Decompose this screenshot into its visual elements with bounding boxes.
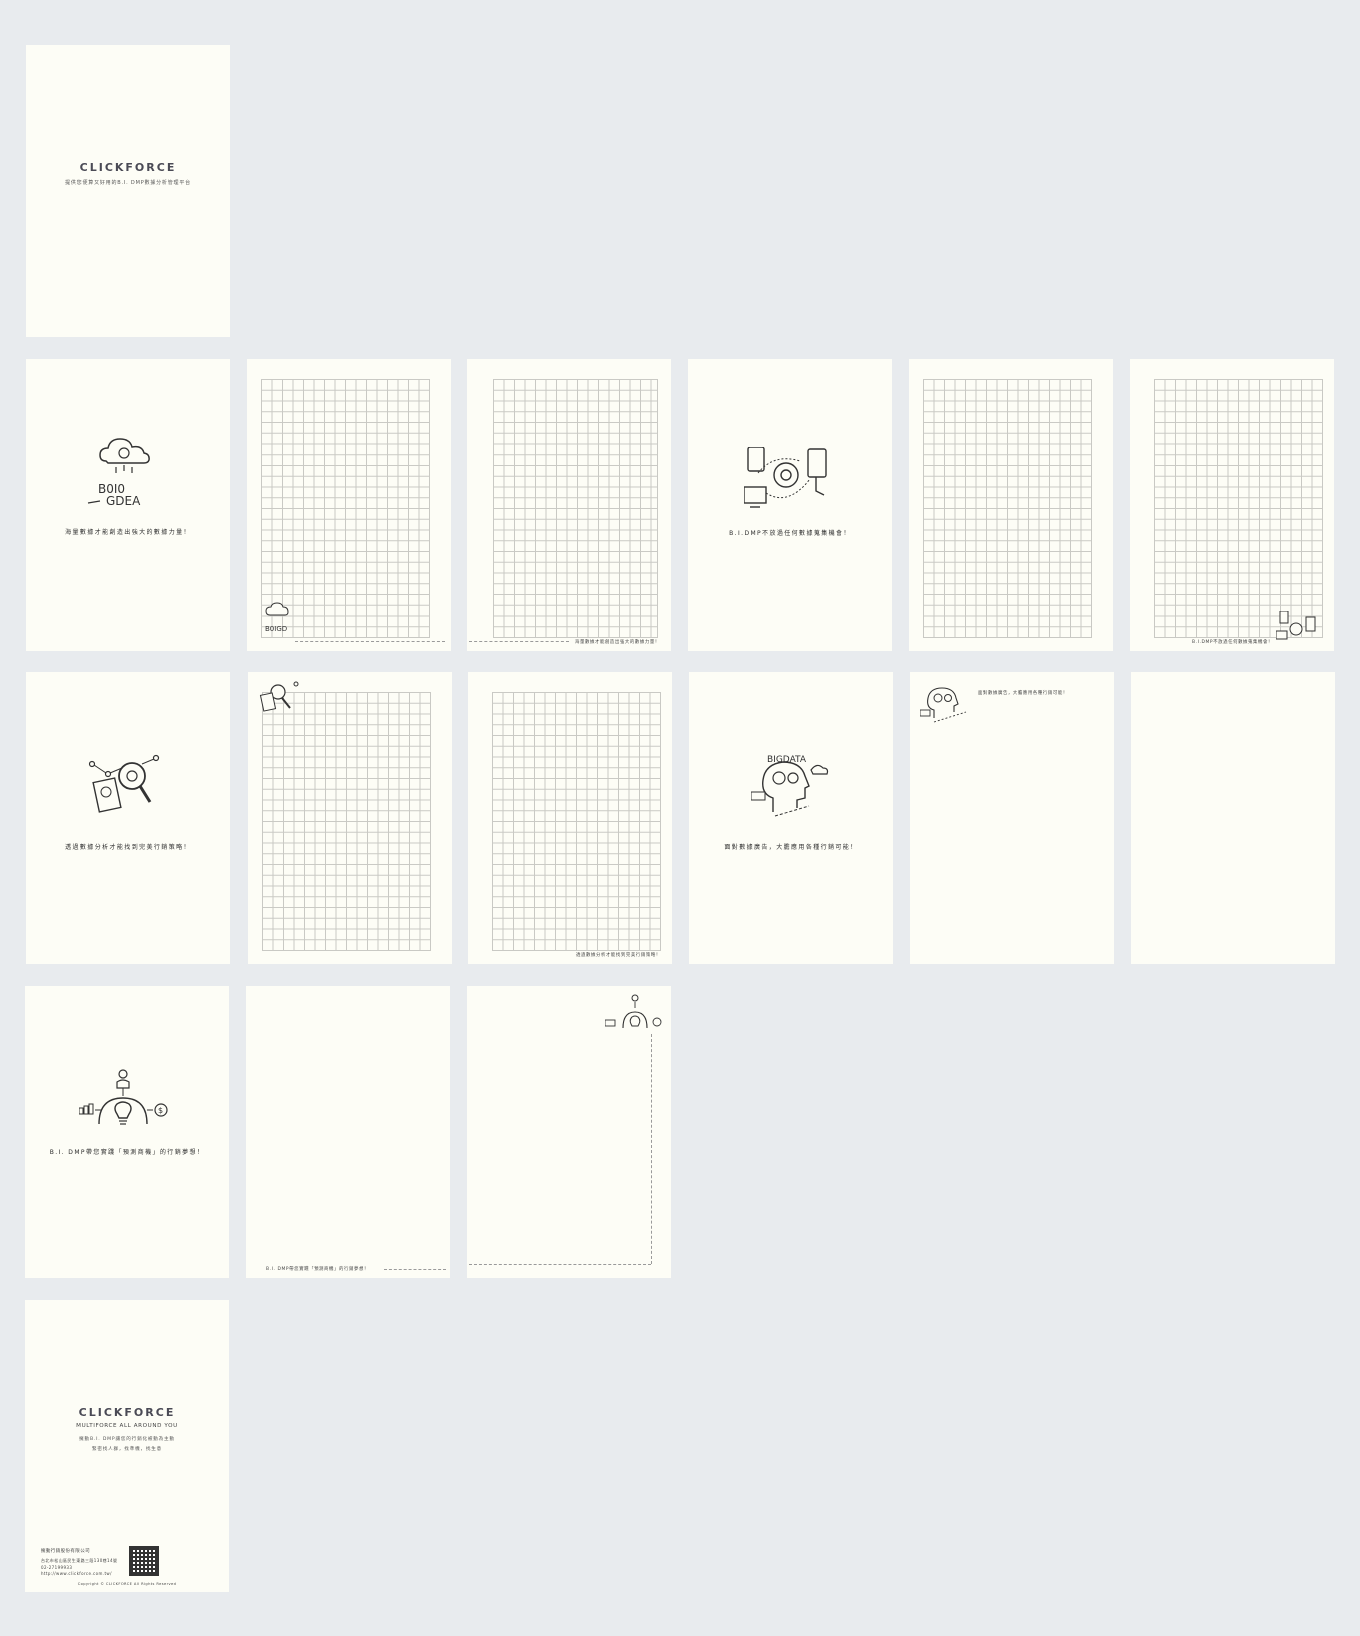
page-analysis[interactable]: 透過數據分析才能找到完美行銷策略！ — [26, 672, 230, 964]
dashed-line — [469, 641, 569, 642]
mini-caption-4: 面對數據廣告，大膽應用各種行銷可能！ — [978, 691, 1068, 696]
svg-text:GDEA: GDEA — [106, 494, 141, 508]
svg-text:BIGDATA: BIGDATA — [767, 755, 807, 765]
grid-page-6[interactable]: 透過數據分析才能找到完美行銷策略！ — [468, 672, 672, 964]
grid-paper — [261, 379, 430, 638]
blank-page-3[interactable]: B.I. DMP帶您實踐「預測商機」的行銷夢想！ — [246, 986, 450, 1278]
caption-2: B.I.DMP不放過任何數據蒐集機會！ — [729, 530, 851, 537]
company-phone: 02-27199933 — [41, 1565, 73, 1570]
dashed-line-vertical — [651, 1034, 652, 1264]
grid-page-5[interactable] — [248, 672, 452, 964]
head-gears-mini-icon — [920, 680, 976, 724]
devices-network-icon — [744, 447, 836, 511]
svg-text:B0IGD: B0IGD — [265, 625, 287, 633]
cloud-bigdata-icon: B0I0 GDEA — [86, 431, 170, 511]
grid-paper — [492, 692, 661, 951]
devices-mini-icon — [1276, 611, 1320, 643]
head-gears-icon: BIGDATA — [751, 752, 833, 822]
page-devices[interactable]: B.I.DMP不放過任何數據蒐集機會！ — [688, 359, 892, 651]
grid-paper — [262, 692, 431, 951]
lightbulb-mini-icon — [605, 994, 663, 1032]
back-line-1: 擁動B.I. DMP讓您的行銷化被動為主動 — [79, 1437, 175, 1442]
magnifier-chart-icon — [88, 754, 168, 816]
company-address: 台北市松山區民生東路三段130巷14號 — [41, 1558, 118, 1563]
page-bulb[interactable]: $ B.I. DMP帶您實踐「預測商機」的行銷夢想！ — [25, 986, 229, 1278]
dashed-line — [469, 1264, 651, 1265]
mini-caption-2: B.I.DMP不放過任何數據蒐集機會！ — [1192, 640, 1274, 645]
cover-page[interactable]: CLICKFORCE 提供您便算又好用的B.I. DMP數據分析管理平台 — [26, 45, 230, 337]
back-cover-page[interactable]: CLICKFORCE MULTIFORCE ALL AROUND YOU 擁動B… — [25, 1300, 229, 1592]
company-url[interactable]: http://www.clickforce.com.tw/ — [41, 1571, 112, 1576]
grid-paper — [1154, 379, 1323, 638]
mini-caption-3: 透過數據分析才能找到完美行銷策略！ — [576, 953, 661, 958]
caption-1: 海量數據才能創造出強大的數據力量！ — [65, 529, 191, 536]
caption-4: 面對數據廣告，大膽應用各種行銷可能！ — [724, 844, 858, 851]
grid-page-3[interactable] — [909, 359, 1113, 651]
blank-page-4[interactable] — [467, 986, 671, 1278]
mini-caption-5: B.I. DMP帶您實踐「預測商機」的行銷夢想！ — [266, 1267, 369, 1272]
cover-brand: CLICKFORCE — [79, 161, 177, 174]
copyright: Copyright © CLICKFORCE All Rights Reserv… — [77, 1582, 177, 1586]
grid-page-1[interactable]: B0IGD — [247, 359, 451, 651]
back-brand: CLICKFORCE — [78, 1406, 176, 1419]
company-name: 擁動行銷股份有限公司 — [41, 1549, 90, 1554]
dashed-line — [295, 641, 445, 642]
page-bigdata-cloud[interactable]: B0I0 GDEA 海量數據才能創造出強大的數據力量！ — [26, 359, 230, 651]
svg-text:$: $ — [158, 1106, 163, 1115]
blank-page-1[interactable]: 面對數據廣告，大膽應用各種行銷可能！ — [910, 672, 1114, 964]
back-slogan: MULTIFORCE ALL AROUND YOU — [76, 1423, 178, 1429]
mini-caption-1: 海量數據才能創造出強大的數據力量！ — [575, 640, 660, 645]
caption-3: 透過數據分析才能找到完美行銷策略！ — [65, 844, 191, 851]
dashed-line — [384, 1269, 446, 1270]
qr-code-icon — [129, 1546, 159, 1576]
magnifier-mini-icon — [258, 680, 302, 716]
cloud-mini-icon: B0IGD — [261, 601, 297, 635]
grid-page-4[interactable]: B.I.DMP不放過任何數據蒐集機會！ — [1130, 359, 1334, 651]
grid-paper — [493, 379, 658, 638]
lightbulb-idea-icon: $ — [79, 1068, 175, 1130]
page-head-gears[interactable]: BIGDATA 面對數據廣告，大膽應用各種行銷可能！ — [689, 672, 893, 964]
caption-5: B.I. DMP帶您實踐「預測商機」的行銷夢想！ — [49, 1149, 205, 1156]
back-line-2: 緊密找人群，找準機，找生意 — [91, 1447, 163, 1452]
blank-page-2[interactable] — [1131, 672, 1335, 964]
grid-page-2[interactable]: 海量數據才能創造出強大的數據力量！ — [467, 359, 671, 651]
grid-paper — [923, 379, 1092, 638]
cover-tagline: 提供您便算又好用的B.I. DMP數據分析管理平台 — [65, 180, 191, 186]
